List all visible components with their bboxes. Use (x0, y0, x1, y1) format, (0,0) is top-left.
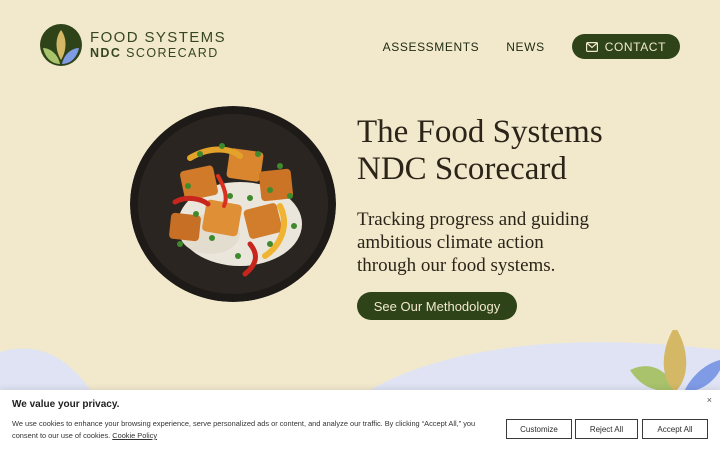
brand-name-line2: NDC SCORECARD (90, 46, 219, 61)
brand-logo[interactable]: FOOD SYSTEMS NDC SCORECARD (40, 24, 226, 66)
contact-button[interactable]: CONTACT (571, 34, 680, 59)
cookie-text: We use cookies to enhance your browsing … (12, 419, 476, 440)
nav-news[interactable]: NEWS (506, 40, 544, 54)
brand-name-line1: FOOD SYSTEMS (90, 28, 226, 46)
hero-subtitle: Tracking progress and guiding ambitious … (357, 208, 607, 277)
cookie-title: We value your privacy. (12, 399, 120, 410)
hero-subtitle-line: Tracking progress and guiding (357, 209, 590, 230)
hero-dish-image (130, 106, 336, 302)
hero-subtitle-line: through our food systems. (357, 255, 556, 276)
main-nav: ASSESSMENTS NEWS CONTACT (383, 34, 680, 59)
customize-button[interactable]: Customize (506, 419, 572, 439)
contact-label: CONTACT (604, 39, 666, 54)
methodology-button[interactable]: See Our Methodology (357, 292, 517, 320)
reject-all-button[interactable]: Reject All (575, 419, 638, 439)
logo-mark-icon (40, 24, 82, 66)
cookie-policy-link[interactable]: Cookie Policy (112, 431, 157, 440)
hero-subtitle-line: ambitious climate action (357, 232, 544, 253)
hero-title-line: NDC Scorecard (357, 151, 567, 187)
hero-title: The Food Systems NDC Scorecard (357, 114, 687, 188)
close-icon[interactable]: × (707, 395, 712, 405)
hero-title-line: The Food Systems (357, 114, 603, 150)
mail-icon (585, 41, 598, 52)
nav-assessments[interactable]: ASSESSMENTS (383, 40, 480, 54)
accept-all-button[interactable]: Accept All (642, 419, 708, 439)
cookie-banner: We value your privacy. We use cookies to… (0, 390, 720, 450)
